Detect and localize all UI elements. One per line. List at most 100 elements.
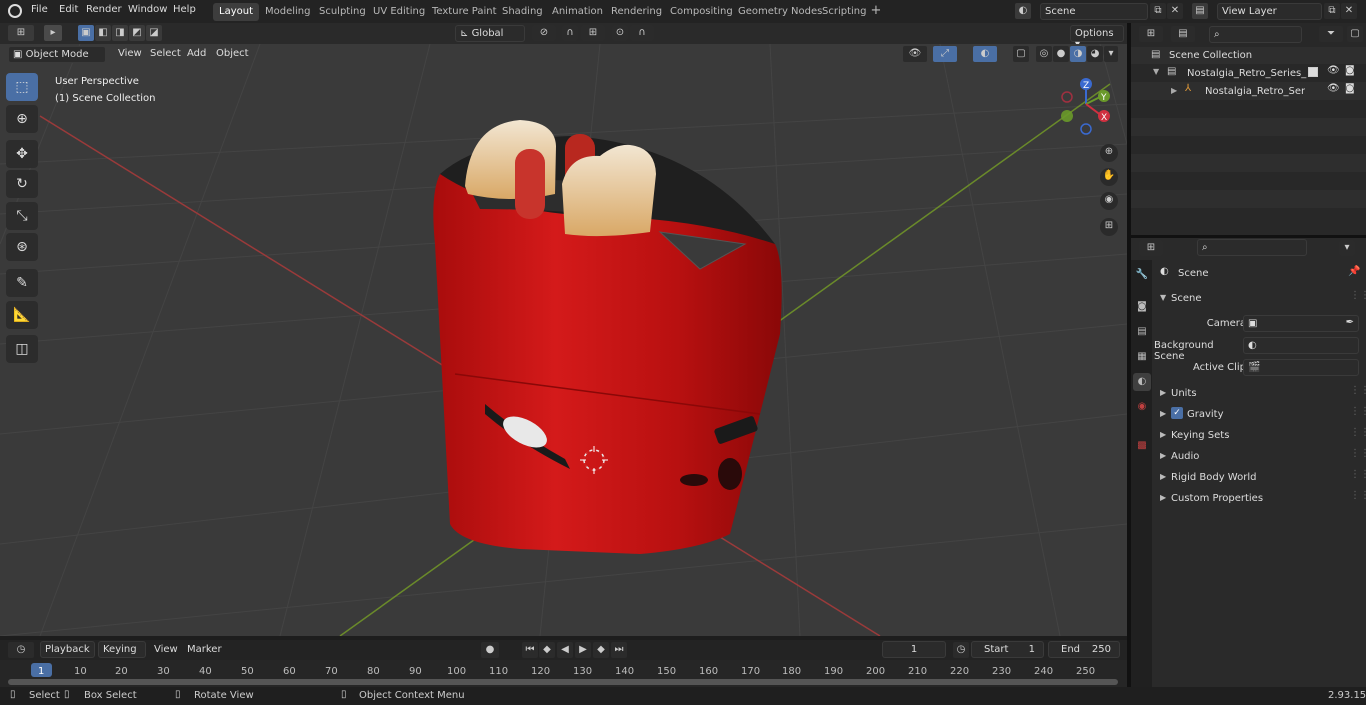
scale-tool-icon[interactable]: ⤡ — [6, 202, 38, 230]
3d-viewport[interactable]: Z Y X User Perspective (1) Scene Collect… — [0, 44, 1127, 636]
pivot-point-icon[interactable]: ⊘ — [532, 25, 556, 41]
eyedropper-icon[interactable]: ✒ — [1346, 317, 1354, 328]
active-clip-field[interactable]: 🎬 — [1243, 359, 1359, 376]
pin-icon[interactable]: 📌 — [1348, 266, 1360, 277]
panel-gravity[interactable]: ▶ ✓ Gravity ⋮⋮ — [1154, 406, 1366, 425]
drag-handle-icon[interactable]: ⋮⋮ — [1350, 448, 1366, 459]
blender-logo-icon[interactable] — [8, 4, 22, 18]
current-frame-field[interactable]: 1 — [882, 641, 946, 658]
play-reverse-icon[interactable]: ◀ — [557, 642, 573, 658]
drag-handle-icon[interactable]: ⋮⋮ — [1350, 490, 1366, 501]
select-subtract-icon[interactable]: ◨ — [112, 25, 128, 41]
snap-icon[interactable]: ∩ — [562, 25, 578, 41]
proportional-edit-icon[interactable]: ⊙ — [612, 25, 628, 41]
outliner-row-object[interactable]: ▶ ⅄ Nostalgia_Retro_Series_F 👁 ◙ — [1131, 82, 1366, 100]
mode-select[interactable]: ▣ Object Mode — [8, 46, 106, 63]
start-frame-field[interactable]: Start 1 — [971, 641, 1044, 658]
snap-target-icon[interactable]: ⊞ — [581, 25, 605, 41]
play-icon[interactable]: ▶ — [575, 642, 591, 658]
properties-options-icon[interactable]: ▾ — [1339, 240, 1355, 256]
tab-sculpting[interactable]: Sculpting — [313, 3, 372, 21]
world-tab-icon[interactable]: ◉ — [1133, 398, 1151, 416]
rendered-shading-icon[interactable]: ◕ — [1087, 46, 1103, 62]
new-viewlayer-icon[interactable]: ⧉ — [1324, 3, 1340, 19]
drag-handle-icon[interactable]: ⋮⋮ — [1350, 406, 1366, 417]
eye-icon[interactable]: 👁 — [1327, 83, 1340, 94]
panel-keying-sets[interactable]: ▶ Keying Sets ⋮⋮ — [1154, 427, 1366, 446]
delete-scene-icon[interactable]: ✕ — [1167, 3, 1183, 19]
panel-units[interactable]: ▶ Units ⋮⋮ — [1154, 385, 1366, 404]
timeline-marker-menu[interactable]: Marker — [187, 644, 222, 655]
display-mode-icon[interactable]: ▤ — [1171, 26, 1195, 42]
expand-arrow-icon[interactable]: ▶ — [1171, 86, 1177, 95]
options-button[interactable]: Options ▾ — [1070, 25, 1124, 50]
select-new-icon[interactable]: ▣ — [78, 25, 94, 41]
background-scene-field[interactable]: ◐ — [1243, 337, 1359, 354]
keying-menu[interactable]: Keying — [98, 641, 146, 658]
menu-help[interactable]: Help — [173, 4, 196, 15]
select-box-tool-icon[interactable]: ⬚ — [6, 73, 38, 101]
playback-menu[interactable]: Playback — [40, 641, 95, 658]
timeline-view-menu[interactable]: View — [154, 644, 178, 655]
wireframe-shading-icon[interactable]: ◎ — [1036, 46, 1052, 62]
expand-arrow-icon[interactable]: ▼ — [1153, 67, 1159, 76]
tab-geometry-nodes[interactable]: Geometry Nodes — [732, 3, 828, 21]
menu-view[interactable]: View — [118, 48, 142, 59]
new-collection-icon[interactable]: ▢ — [1347, 26, 1363, 42]
grid-ortho-icon[interactable]: ⊞ — [1100, 218, 1118, 236]
next-keyframe-icon[interactable]: ◆ — [593, 642, 609, 658]
annotate-tool-icon[interactable]: ✎ — [6, 269, 38, 297]
move-tool-icon[interactable]: ✥ — [6, 140, 38, 168]
transform-tool-icon[interactable]: ⊛ — [6, 233, 38, 261]
menu-edit[interactable]: Edit — [59, 4, 78, 15]
outliner-row-collection[interactable]: ▼ ▤ Nostalgia_Retro_Series_Pop_U 👁 ◙ — [1131, 64, 1366, 82]
properties-editor-type-icon[interactable]: ⊞ — [1139, 240, 1163, 256]
drag-handle-icon[interactable]: ⋮⋮ — [1350, 469, 1366, 480]
tool-tab-icon[interactable]: 🔧 — [1133, 266, 1151, 284]
gravity-checkbox[interactable]: ✓ — [1171, 407, 1183, 419]
select-tool-icon[interactable]: ▸ — [44, 25, 62, 41]
outliner-editor-type-icon[interactable]: ⊞ — [1139, 26, 1163, 42]
tab-shading[interactable]: Shading — [496, 3, 549, 21]
panel-rigid-body-world[interactable]: ▶ Rigid Body World ⋮⋮ — [1154, 469, 1366, 488]
add-workspace-icon[interactable]: + — [868, 4, 884, 19]
scene-name-field[interactable]: Scene — [1040, 3, 1148, 20]
zoom-icon[interactable]: ⊕ — [1100, 144, 1118, 162]
scene-tab-icon[interactable]: ◐ — [1133, 373, 1151, 391]
menu-window[interactable]: Window — [128, 4, 167, 15]
output-tab-icon[interactable]: ▤ — [1133, 323, 1151, 341]
tab-scripting[interactable]: Scripting — [816, 3, 872, 21]
measure-tool-icon[interactable]: 📐 — [6, 301, 38, 329]
outliner-row-root[interactable]: ▤ Scene Collection — [1131, 47, 1366, 64]
material-shading-icon[interactable]: ◑ — [1070, 46, 1086, 62]
drag-handle-icon[interactable]: ⋮⋮ — [1350, 290, 1366, 301]
solid-shading-icon[interactable]: ● — [1053, 46, 1069, 62]
tab-uv-editing[interactable]: UV Editing — [367, 3, 431, 21]
editor-type-icon[interactable]: ⊞ — [8, 25, 34, 41]
render-tab-icon[interactable]: ◙ — [1133, 298, 1151, 316]
menu-select[interactable]: Select — [150, 48, 181, 59]
stopwatch-icon[interactable]: ◷ — [953, 642, 969, 658]
eye-icon[interactable]: 👁 — [1327, 65, 1340, 76]
properties-search-input[interactable]: ⌕ — [1197, 239, 1307, 256]
outliner-search-input[interactable]: ⌕ — [1209, 26, 1302, 43]
render-camera-icon[interactable]: ◙ — [1345, 65, 1355, 76]
tab-compositing[interactable]: Compositing — [664, 3, 739, 21]
view-layer-tab-icon[interactable]: ▦ — [1133, 348, 1151, 366]
scene-section-header[interactable]: ▼ Scene ⋮⋮ — [1154, 290, 1366, 309]
viewlayer-selector-icon[interactable]: ▤ — [1192, 3, 1208, 19]
shading-options-icon[interactable]: ▾ — [1104, 46, 1118, 62]
render-camera-icon[interactable]: ◙ — [1345, 83, 1355, 94]
drag-handle-icon[interactable]: ⋮⋮ — [1350, 427, 1366, 438]
record-icon[interactable]: ● — [481, 642, 499, 658]
visibility-icon[interactable]: 👁 — [903, 46, 927, 62]
rotate-tool-icon[interactable]: ↻ — [6, 170, 38, 198]
select-extend-icon[interactable]: ◧ — [95, 25, 111, 41]
tab-rendering[interactable]: Rendering — [605, 3, 668, 21]
texture-tab-icon[interactable]: ▩ — [1133, 437, 1151, 455]
tab-modeling[interactable]: Modeling — [259, 3, 317, 21]
camera-view-icon[interactable]: ◉ — [1100, 192, 1118, 210]
panel-audio[interactable]: ▶ Audio ⋮⋮ — [1154, 448, 1366, 467]
exclude-checkbox[interactable] — [1308, 67, 1318, 77]
viewlayer-name-field[interactable]: View Layer — [1217, 3, 1322, 20]
